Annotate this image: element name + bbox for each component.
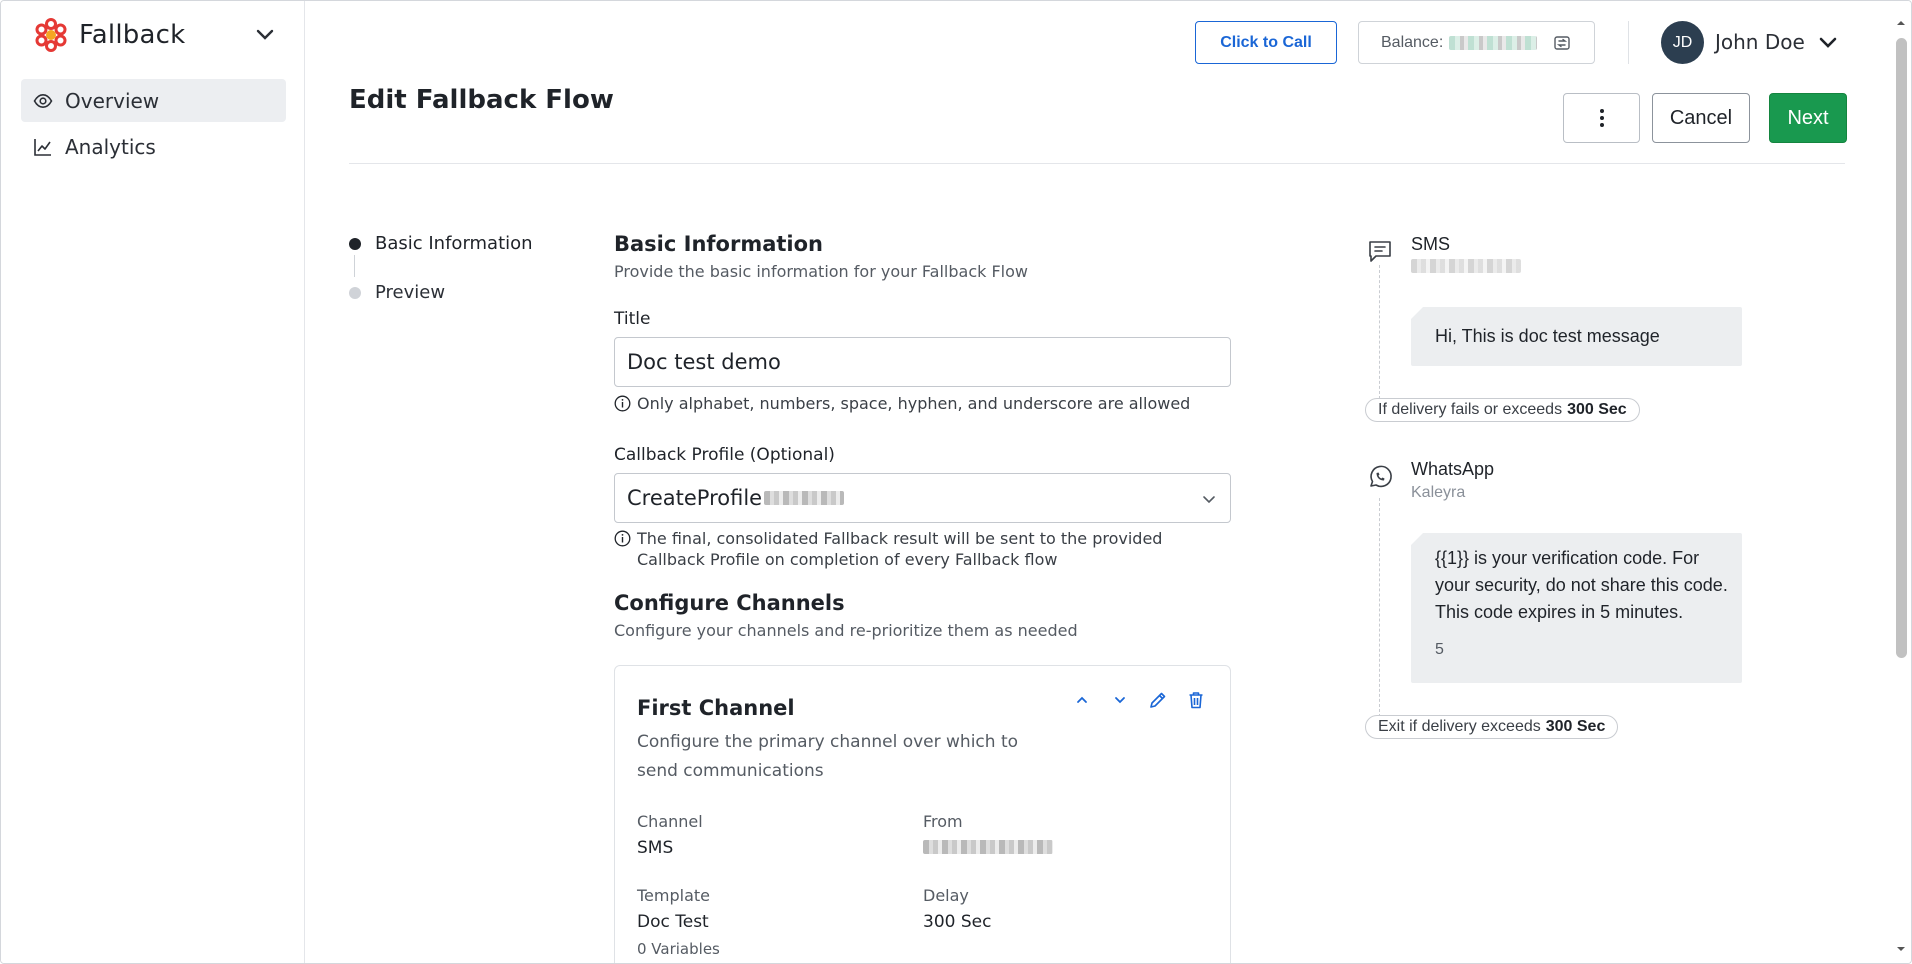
sidebar-item-label: Overview (65, 88, 160, 113)
header-divider (349, 163, 1845, 164)
chevron-down-icon (1115, 697, 1125, 704)
balance-redacted (1449, 35, 1538, 50)
bubble-tail (1411, 307, 1423, 319)
title-hint: Only alphabet, numbers, space, hyphen, a… (614, 393, 1190, 414)
card-title: First Channel (637, 696, 795, 720)
app-window: Fallback Overview Analytics Click to Cal… (0, 0, 1912, 964)
chevron-down-icon (1203, 496, 1215, 504)
sidebar: Fallback Overview Analytics (1, 1, 305, 963)
channels-title: Configure Channels (614, 591, 845, 615)
fail-value: 300 Sec (1567, 401, 1627, 418)
hint-text: Only alphabet, numbers, space, hyphen, a… (637, 394, 1191, 413)
message-icon (1369, 241, 1391, 262)
info-icon (614, 395, 631, 412)
bubble-tail (1411, 533, 1423, 545)
delete-button[interactable] (1184, 688, 1208, 712)
sms-message-bubble: Hi, This is doc test message (1411, 307, 1742, 366)
delay-value: 300 Sec (923, 912, 992, 932)
balance-label: Balance: (1381, 33, 1444, 51)
refresh-icon[interactable] (1553, 34, 1571, 52)
eye-icon (33, 93, 53, 108)
whatsapp-sender: Kaleyra (1411, 484, 1466, 501)
from-label: From (923, 812, 963, 831)
chevron-down-icon[interactable] (253, 23, 277, 47)
whatsapp-icon (1370, 465, 1392, 488)
chevron-down-icon[interactable] (1816, 31, 1840, 55)
topbar-divider (1628, 21, 1629, 64)
chevron-up-icon (1077, 696, 1087, 703)
callback-label: Callback Profile (Optional) (614, 445, 835, 465)
trash-icon (1189, 692, 1203, 709)
step-label: Basic Information (375, 233, 533, 254)
avatar[interactable]: JD (1661, 21, 1704, 64)
move-up-button[interactable] (1070, 688, 1094, 712)
whatsapp-extra: 5 (1435, 641, 1444, 658)
title-field[interactable] (614, 337, 1231, 387)
card-actions (1070, 688, 1208, 712)
callback-profile-select[interactable]: CreateProfile (614, 473, 1231, 523)
title-input[interactable] (627, 350, 1207, 374)
cancel-button[interactable]: Cancel (1652, 93, 1750, 143)
sidebar-item-label: Analytics (65, 134, 156, 159)
exit-text: Exit if delivery exceeds (1378, 718, 1541, 735)
callback-redacted (764, 491, 845, 505)
exit-condition-pill: Exit if delivery exceeds 300 Sec (1365, 715, 1619, 739)
whatsapp-message: {{1}} is your verification code. For you… (1435, 548, 1728, 622)
section-subtitle: Provide the basic information for your F… (614, 262, 1028, 281)
fail-text: If delivery fails or exceeds (1378, 401, 1563, 418)
chart-line-icon (34, 138, 51, 156)
brand-name: Fallback (79, 20, 186, 50)
preview-connector (1379, 498, 1380, 717)
hint-text: The final, consolidated Fallback result … (637, 529, 1163, 569)
balance-box[interactable]: Balance: (1358, 21, 1595, 64)
scrollbar[interactable] (1891, 1, 1911, 963)
click-to-call-button[interactable]: Click to Call (1195, 21, 1337, 64)
user-name[interactable]: John Doe (1715, 30, 1805, 54)
sms-title: SMS (1411, 234, 1451, 254)
step-label: Preview (375, 282, 446, 303)
title-label: Title (614, 309, 651, 329)
channel-card: First Channel Configure the primary chan… (614, 665, 1231, 963)
sms-message: Hi, This is doc test message (1435, 326, 1660, 346)
fallback-logo-icon (35, 18, 67, 52)
exit-value: 300 Sec (1545, 718, 1606, 735)
step-connector (354, 255, 355, 277)
step-dot-inactive (349, 286, 361, 299)
step-preview[interactable]: Preview (349, 282, 445, 303)
next-button[interactable]: Next (1769, 93, 1847, 143)
from-redacted (923, 840, 1053, 854)
channel-label: Channel (637, 812, 703, 831)
section-title: Basic Information (614, 232, 823, 256)
sidebar-item-analytics[interactable]: Analytics (21, 125, 286, 168)
pencil-icon (1150, 692, 1166, 708)
channel-value: SMS (637, 838, 674, 858)
whatsapp-title: WhatsApp (1411, 459, 1495, 479)
fail-condition-pill: If delivery fails or exceeds 300 Sec (1365, 398, 1640, 422)
callback-selected-value: CreateProfile (627, 486, 763, 510)
more-vertical-icon (1599, 109, 1604, 127)
brand-switcher[interactable]: Fallback (31, 15, 277, 55)
info-icon (614, 530, 631, 547)
step-dot-active (349, 237, 361, 250)
sidebar-item-overview[interactable]: Overview (21, 79, 286, 122)
template-label: Template (637, 886, 711, 905)
move-down-button[interactable] (1108, 688, 1132, 712)
preview-connector (1379, 265, 1380, 399)
page-title: Edit Fallback Flow (349, 85, 614, 115)
card-subtitle: Configure the primary channel over which… (637, 732, 1019, 781)
sms-sender-redacted (1411, 259, 1521, 273)
edit-button[interactable] (1146, 688, 1170, 712)
variables-count: 0 Variables (637, 940, 720, 958)
step-basic-information[interactable]: Basic Information (349, 233, 533, 254)
delay-label: Delay (923, 886, 969, 905)
more-options-button[interactable] (1563, 93, 1640, 143)
template-value: Doc Test (637, 912, 709, 932)
scroll-down-arrow-icon[interactable] (1895, 943, 1907, 955)
scroll-thumb[interactable] (1896, 38, 1907, 658)
channels-subtitle: Configure your channels and re-prioritiz… (614, 621, 1078, 640)
scroll-up-arrow-icon[interactable] (1895, 17, 1907, 29)
whatsapp-message-bubble: {{1}} is your verification code. For you… (1411, 533, 1742, 683)
callback-hint: The final, consolidated Fallback result … (614, 528, 1204, 570)
